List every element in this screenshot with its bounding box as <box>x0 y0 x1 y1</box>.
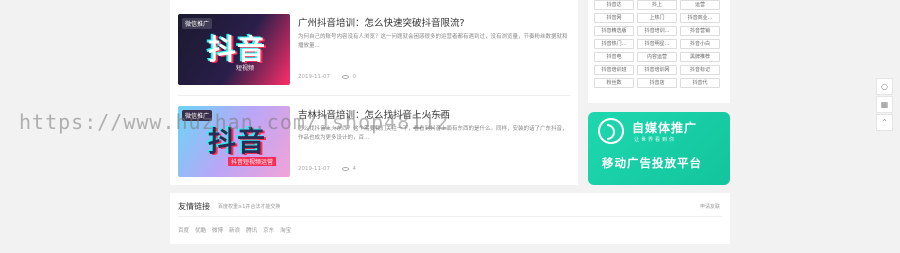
thumbnail-subtitle: 抖音短视频运营 <box>228 157 277 166</box>
tag-item[interactable]: 内容运营 <box>637 52 677 62</box>
list-item[interactable]: 微信推广 抖音 短视频 广州抖音培训：怎么快速突破抖音限流? 为何自己的账号内容… <box>178 8 570 88</box>
tag-item[interactable]: 抖音达 <box>594 0 634 10</box>
ad-subtitle: 让世界看到你 <box>634 137 677 143</box>
friend-link[interactable]: 优酷 <box>195 226 206 234</box>
tag-item[interactable]: 上热门 <box>637 13 677 23</box>
friend-link[interactable]: 京东 <box>263 226 274 234</box>
article-date: 2019-11-07 <box>298 74 330 80</box>
page: 微信推广 抖音 短视频 广州抖音培训：怎么快速突破抖音限流? 为何自己的账号内容… <box>0 0 900 253</box>
douyin-logo: 抖音 <box>208 125 267 158</box>
tag-item[interactable]: 抖上 <box>637 0 677 10</box>
tag-item[interactable]: 抖音电 <box>594 52 634 62</box>
article-title[interactable]: 广州抖音培训：怎么快速突破抖音限流? <box>298 15 465 29</box>
article-summary: 怎么找抖音上火东西？这个需要我们关注一下，看看到抖音上面有东西的是什么。同样，安… <box>298 126 568 141</box>
article-thumbnail[interactable]: 微信推广 抖音 短视频 <box>178 14 290 85</box>
tag-item[interactable]: 抖音明星... <box>637 39 677 49</box>
eye-icon <box>341 74 349 79</box>
article-views: 0 <box>352 74 356 80</box>
friend-link[interactable]: 淘宝 <box>280 226 291 234</box>
article-summary: 为何自己的账号内容没有人浏览？这一问题就会困惑很多的运营者都有遇到过，没有浏览量… <box>298 34 568 49</box>
section-note: 百度权重≥1并合法才能交换 <box>218 204 281 210</box>
friend-link[interactable]: 百度 <box>178 226 189 234</box>
douyin-logo: 抖音 <box>208 33 267 66</box>
qrcode-button[interactable]: ▦ <box>876 96 893 113</box>
back-to-top-icon: ⌃ <box>881 117 888 127</box>
ad-banner[interactable]: 自媒体推广 让世界看到你 移动广告投放平台 <box>588 112 730 185</box>
friend-link[interactable]: 微博 <box>212 226 223 234</box>
tag-item[interactable]: 抖音小白 <box>680 39 720 49</box>
brand-logo-icon <box>598 118 624 144</box>
friend-link[interactable]: 腾讯 <box>246 226 257 234</box>
list-item[interactable]: 微信推广 抖音 抖音短视频运营 吉林抖音培训：怎么找抖音上火东西 怎么找抖音上火… <box>178 100 570 180</box>
article-meta: 2019-11-07 0 <box>298 74 356 80</box>
article-list: 微信推广 抖音 短视频 广州抖音培训：怎么快速突破抖音限流? 为何自己的账号内容… <box>170 0 578 185</box>
ad-title: 自媒体推广 <box>632 121 698 135</box>
tag-item[interactable]: 抖音标记 <box>680 65 720 75</box>
article-meta: 2019-11-07 4 <box>298 166 356 172</box>
divider <box>178 216 722 217</box>
section-title: 友情链接 <box>178 202 210 211</box>
tag-item[interactable]: 黑牌推荐 <box>680 52 720 62</box>
eye-icon <box>341 166 349 171</box>
back-to-top-button[interactable]: ⌃ <box>876 114 893 131</box>
tag-item[interactable]: 抖音培训班 <box>594 65 634 75</box>
tag-item[interactable]: 运营 <box>680 0 720 10</box>
tag-item[interactable]: 粉丝数 <box>594 78 634 88</box>
tag-item[interactable]: 抖音网 <box>594 13 634 23</box>
divider <box>178 95 570 96</box>
qrcode-icon: ▦ <box>880 99 889 109</box>
tag-item[interactable]: 抖音精选版 <box>594 26 634 36</box>
tag-cloud: 抖音达 抖上 运营抖音网 上热门 抖音商业... 抖音精选版 抖音培训... 抖音营销抖音热门… <box>588 0 730 103</box>
comment-button[interactable]: ○ <box>876 78 893 95</box>
tag-item[interactable]: 抖音热门... <box>594 39 634 49</box>
tag-item[interactable]: 抖音商业... <box>680 13 720 23</box>
article-views: 4 <box>352 166 356 172</box>
comment-icon: ○ <box>881 81 888 91</box>
friend-link[interactable]: 新浪 <box>229 226 240 234</box>
ad-slogan: 移动广告投放平台 <box>602 156 702 170</box>
tag-item[interactable]: 抖音培训网 <box>637 65 677 75</box>
apply-link[interactable]: 申请友联 <box>700 203 720 210</box>
article-date: 2019-11-07 <box>298 166 330 172</box>
article-title[interactable]: 吉林抖音培训：怎么找抖音上火东西 <box>298 107 450 121</box>
article-thumbnail[interactable]: 微信推广 抖音 抖音短视频运营 <box>178 106 290 177</box>
tag-item[interactable]: 抖音店 <box>637 78 677 88</box>
tag-item[interactable]: 抖音培训... <box>637 26 677 36</box>
friend-links: 友情链接 百度权重≥1并合法才能交换 申请友联 百度 优酷 微博 新浪 腾讯 京东 淘宝 <box>170 193 730 244</box>
tag-item[interactable]: 抖音营销 <box>680 26 720 36</box>
thumbnail-subtitle: 短视频 <box>236 65 255 72</box>
link-list: 百度 优酷 微博 新浪 腾讯 京东 淘宝 <box>178 226 291 234</box>
tag-item[interactable]: 抖音代 <box>680 78 720 88</box>
tag-list: 抖音达 抖上 运营抖音网 上热门 抖音商业... 抖音精选版 抖音培训... 抖音营销抖音热门… <box>594 0 724 88</box>
floating-toolbar: ○ ▦ ⌃ <box>876 78 893 132</box>
